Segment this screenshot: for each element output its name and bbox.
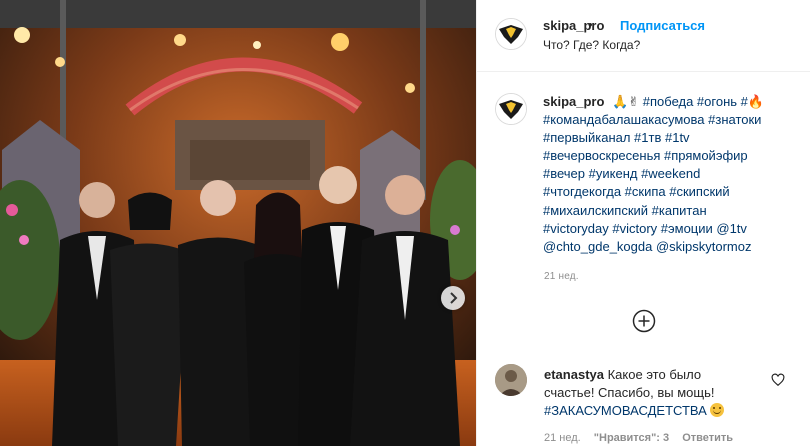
reply-button[interactable]: Ответить [682, 432, 733, 444]
caption-username[interactable]: skipa_pro [543, 94, 604, 109]
comment-timestamp[interactable]: 21 нед. [544, 432, 581, 444]
author-username[interactable]: skipa_pro [543, 18, 604, 33]
comment-line: счастье! Спасибо, вы мощь! [544, 385, 715, 400]
comment-hashtag[interactable]: #ЗАКАСУМОВАСДЕТСТВА [544, 403, 707, 418]
smiley-emoji-icon [710, 403, 725, 417]
caption-avatar[interactable] [495, 93, 527, 125]
post-header: skipa_pro • Подписаться Что? Где? Когда? [477, 0, 810, 72]
caption-line[interactable]: #михаилскипский #капитан [543, 203, 707, 218]
caption-line[interactable]: #чтогдекогда #скипа #скипский [543, 184, 730, 199]
chevron-right-icon [450, 292, 458, 304]
plus-circle-icon[interactable] [632, 309, 656, 333]
follow-button[interactable]: Подписаться [620, 18, 705, 33]
comment-meta: 21 нед. "Нравится": 3 Ответить [544, 432, 743, 444]
caption-line[interactable]: #victoryday #victory #эмоции @1tv [543, 221, 747, 236]
post-photo [0, 0, 476, 446]
instagram-post: skipa_pro • Подписаться Что? Где? Когда?… [0, 0, 810, 446]
avatar-logo-icon [496, 19, 526, 49]
heart-icon[interactable] [771, 373, 785, 387]
photo-illustration [0, 0, 476, 446]
commenter-username[interactable]: etanastya [544, 367, 604, 382]
caption-line[interactable]: #вечервоскресенья #прямойэфир [543, 148, 748, 163]
next-photo-button[interactable] [441, 286, 465, 310]
separator-dot: • [588, 17, 593, 32]
commenter-avatar[interactable] [495, 364, 527, 396]
comment-likes[interactable]: "Нравится": 3 [594, 432, 669, 444]
caption-line[interactable]: #командабалашакасумова #знатоки [543, 112, 761, 127]
author-avatar[interactable] [495, 18, 527, 50]
caption-emoji: 🙏✌ [612, 94, 640, 109]
avatar-logo-icon [496, 94, 526, 124]
comment-line: Какое это было [607, 367, 702, 382]
comment-text: etanastya Какое это было счастье! Спасиб… [544, 366, 764, 420]
commenter-avatar-image [495, 364, 527, 396]
caption-line[interactable]: #вечер #уикенд #weekend [543, 166, 700, 181]
caption-line[interactable]: @chto_gde_kogda @skipskytormoz [543, 239, 752, 254]
caption-timestamp[interactable]: 21 нед. [544, 271, 579, 282]
caption-line[interactable]: #победа #огонь #🔥 [643, 94, 764, 109]
caption-line[interactable]: #первыйканал #1тв #1tv [543, 130, 690, 145]
post-location[interactable]: Что? Где? Когда? [543, 38, 640, 52]
caption-text: skipa_pro 🙏✌ #победа #огонь #🔥 #командаб… [543, 93, 793, 256]
